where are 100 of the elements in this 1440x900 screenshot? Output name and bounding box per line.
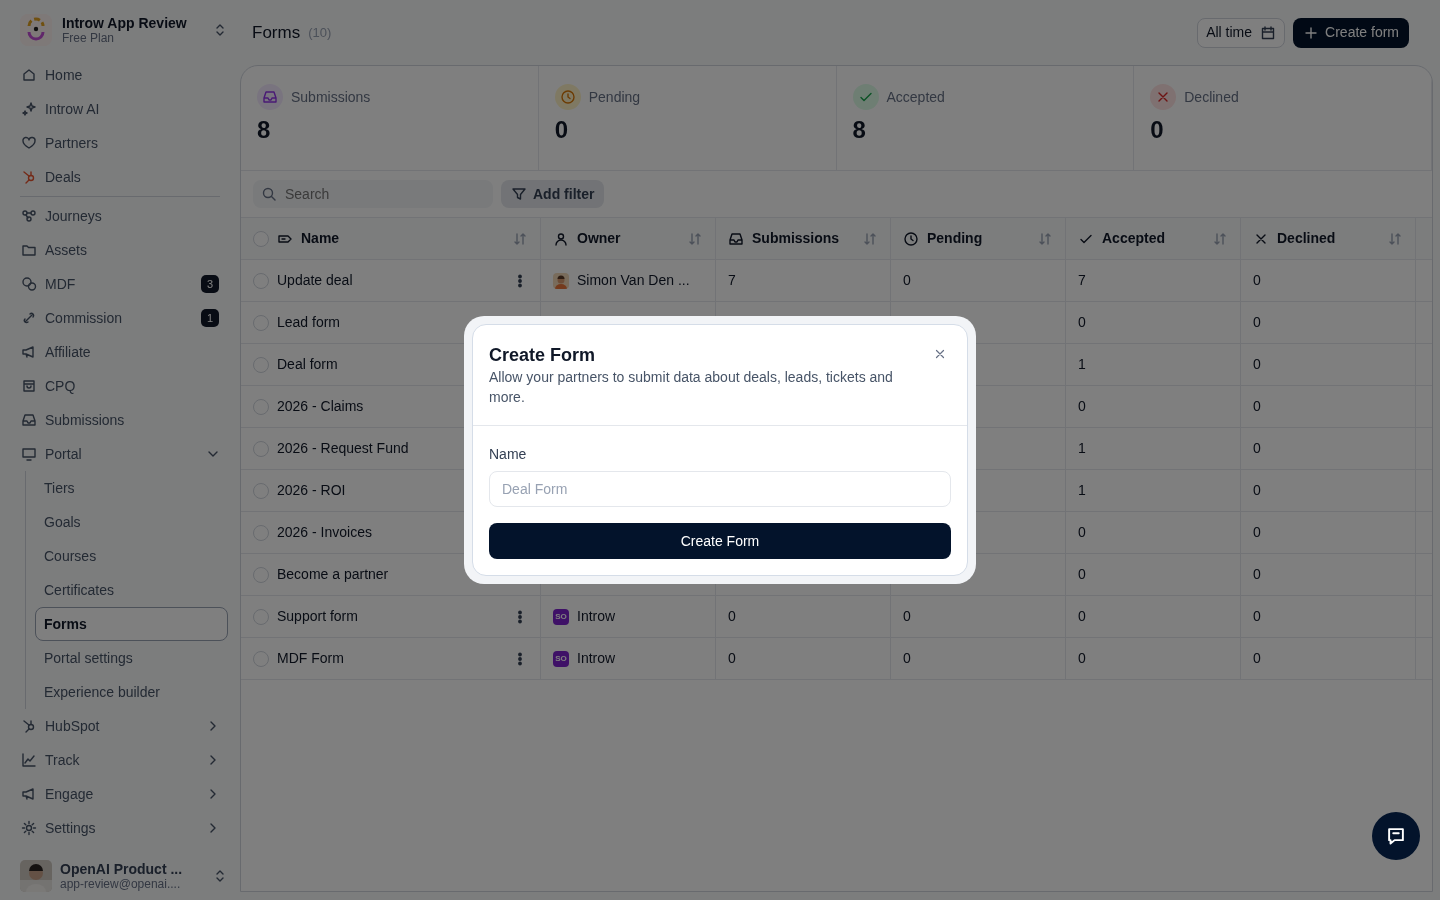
column-header: Name: [301, 229, 341, 248]
table-cell-text: 1: [1078, 355, 1086, 374]
table-cell-text: 0: [1078, 523, 1086, 542]
table-cell-text: 0: [1253, 607, 1261, 626]
user-email: app-review@openai....: [60, 876, 182, 892]
monitor-icon: [21, 446, 37, 462]
nav-item[interactable]: HubSpot: [20, 709, 228, 743]
column-header: Accepted: [1102, 229, 1167, 248]
nav-item[interactable]: Settings: [20, 811, 228, 845]
stat-value: 0: [554, 116, 570, 144]
date-range-button[interactable]: All time: [1197, 17, 1286, 48]
nav-item[interactable]: Commission 1: [20, 301, 228, 335]
link-icon: [21, 310, 37, 326]
settings-icon: [21, 820, 37, 836]
table-cell-text: 0: [1078, 397, 1086, 416]
folder-icon: [21, 242, 37, 258]
inbox-icon: [21, 412, 37, 428]
table-cell-text: 0: [1253, 565, 1261, 584]
nav-item[interactable]: Submissions: [20, 403, 228, 437]
sort-icon: [687, 230, 703, 247]
table-cell-text: 0: [1078, 649, 1086, 668]
column-header: Pending: [927, 229, 984, 248]
coins-icon: [21, 276, 37, 292]
search-field[interactable]: Search: [253, 180, 493, 208]
page-title: Forms: [252, 21, 301, 44]
submenu-item[interactable]: Goals: [35, 505, 228, 539]
field-label: Name: [489, 445, 528, 464]
table-cell-text: 0: [1078, 565, 1086, 584]
sprocket-icon: [21, 718, 37, 734]
chart-icon: [21, 752, 37, 768]
create-form-button[interactable]: Create form: [1293, 17, 1409, 48]
name-field[interactable]: Deal Form: [489, 471, 951, 507]
nav-item[interactable]: Partners: [20, 126, 228, 160]
table-cell-text: 1: [1078, 439, 1086, 458]
plan-label: Free Plan: [62, 30, 115, 46]
nav-item[interactable]: Journeys: [20, 199, 228, 233]
table-cell-text: 0: [1253, 481, 1261, 500]
sort-icon: [1212, 230, 1228, 247]
table-cell-text: 1: [1078, 481, 1086, 500]
submenu-item[interactable]: Courses: [35, 539, 228, 573]
nav-item[interactable]: Deals: [20, 160, 228, 194]
form-name: Become a partner: [277, 565, 389, 584]
nav-item[interactable]: Engage: [20, 777, 228, 811]
megaphone-icon: [21, 344, 37, 360]
bag-icon: [21, 378, 37, 394]
nav-item[interactable]: CPQ: [20, 369, 228, 403]
nav-item[interactable]: Affiliate: [20, 335, 228, 369]
home-icon: [21, 67, 37, 83]
owner-name: Introw: [577, 649, 616, 668]
table-cell-text: 0: [1253, 355, 1261, 374]
column-header: Submissions: [752, 229, 841, 248]
submenu-item[interactable]: Certificates: [35, 573, 228, 607]
add-filter-button[interactable]: Add filter: [501, 180, 605, 208]
form-name: 2026 - Claims: [277, 397, 364, 416]
sprocket-icon: [21, 169, 37, 185]
stat-value: 8: [852, 116, 867, 144]
table-cell-text: 0: [903, 649, 911, 668]
nodes-icon: [21, 208, 37, 224]
create-form-submit-button[interactable]: Create Form: [489, 523, 951, 559]
plus-icon: [1303, 24, 1320, 41]
count-badge: 3: [201, 275, 219, 293]
table-cell-text: 0: [903, 607, 911, 626]
chat-icon: [1385, 825, 1407, 847]
inbox-icon: [728, 230, 744, 247]
close-icon: [933, 347, 947, 361]
heart-icon: [21, 135, 37, 151]
nav-item[interactable]: Introw AI: [20, 92, 228, 126]
column-header: Declined: [1277, 229, 1337, 248]
table-cell-text: 0: [1078, 313, 1086, 332]
nav-item[interactable]: MDF 3: [20, 267, 228, 301]
sort-icon: [1387, 230, 1403, 247]
nav-item[interactable]: Assets: [20, 233, 228, 267]
calendar-icon: [1260, 24, 1277, 41]
nav-item[interactable]: Portal: [20, 437, 228, 471]
clock-icon: [903, 230, 919, 247]
form-name: 2026 - Request Fund: [277, 439, 409, 458]
submenu-item[interactable]: Experience builder: [35, 675, 228, 709]
stat-label: Submissions: [291, 87, 371, 107]
sort-icon: [1037, 230, 1053, 247]
submenu-item[interactable]: Portal settings: [35, 641, 228, 675]
filter-icon: [511, 186, 527, 202]
owner-avatar: SO: [553, 650, 569, 667]
form-name: Deal form: [277, 355, 338, 374]
form-name: 2026 - Invoices: [277, 523, 372, 542]
user-icon: [553, 230, 569, 247]
submenu-item[interactable]: Tiers: [35, 471, 228, 505]
user-name: OpenAI Product ...: [60, 860, 184, 877]
count-badge: 1: [201, 309, 219, 327]
table-cell-text: 0: [1253, 271, 1261, 290]
nav-item[interactable]: Track: [20, 743, 228, 777]
form-name: Update deal: [277, 271, 353, 290]
owner-name: Simon Van Den ...: [577, 271, 690, 290]
table-cell-text: 0: [903, 271, 911, 290]
modal-title: Create Form: [489, 344, 597, 367]
submenu-item[interactable]: Forms: [35, 607, 228, 641]
form-name: 2026 - ROI: [277, 481, 346, 500]
nav-item[interactable]: Home: [20, 58, 228, 92]
table-cell-text: 0: [1078, 607, 1086, 626]
modal-description: Allow your partners to submit data about deals, leads, tickets and more.: [489, 368, 894, 407]
stat-label: Accepted: [886, 87, 945, 107]
